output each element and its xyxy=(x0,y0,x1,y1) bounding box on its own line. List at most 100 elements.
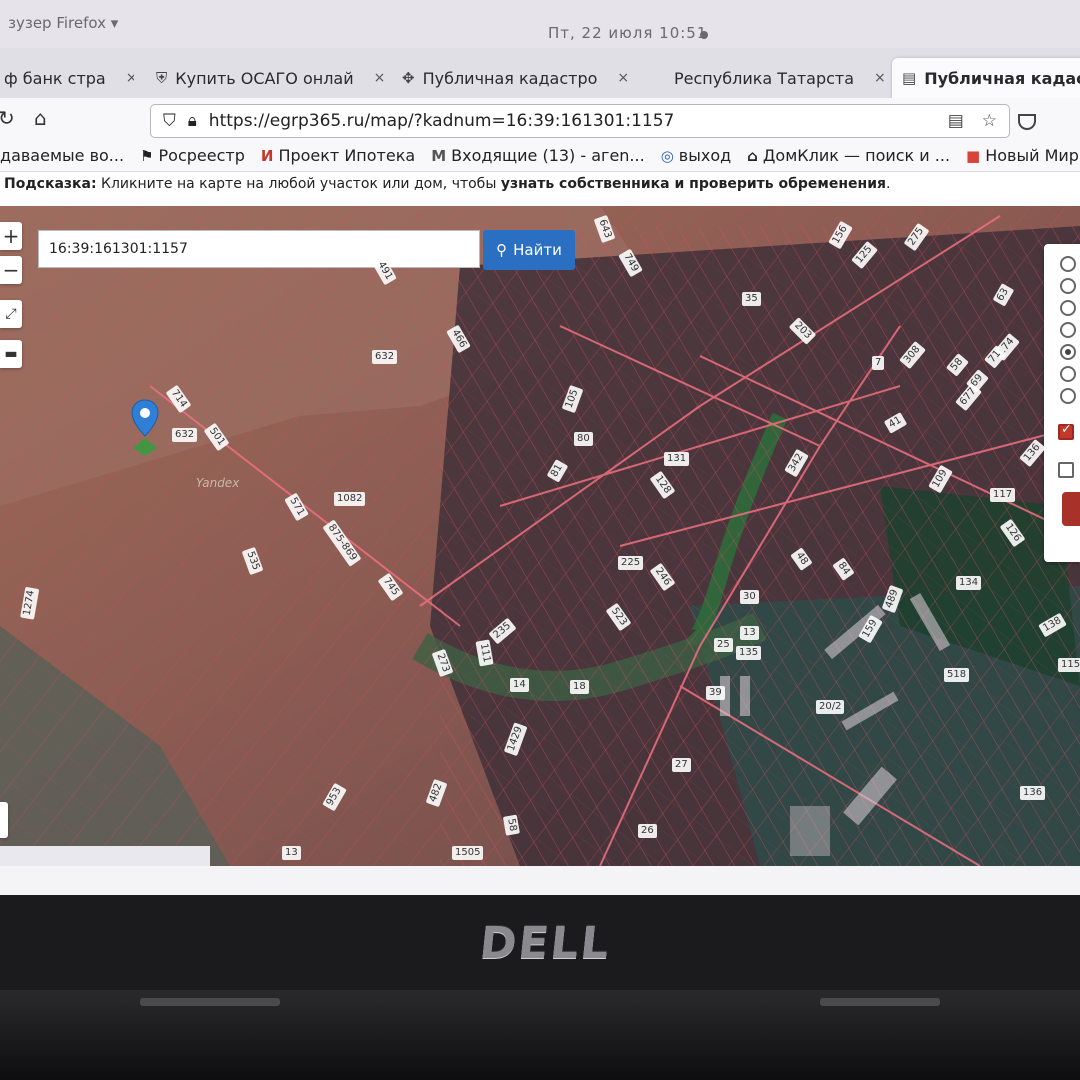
parcel-number-label[interactable]: 1082 xyxy=(334,492,366,506)
tab-title: Публичная кадастр xyxy=(924,68,1080,88)
layer-radio[interactable] xyxy=(1060,322,1076,338)
parcel-number-label[interactable]: 27 xyxy=(672,758,691,772)
parcel-number-label[interactable]: 136 xyxy=(1020,786,1046,800)
layer-checkbox[interactable] xyxy=(1058,462,1074,478)
url-bar[interactable]: ⛉ 🔒︎ https://egrp365.ru/map/?kadnum=16:3… xyxy=(150,104,1010,138)
parcel-number-label[interactable]: 18 xyxy=(570,680,589,694)
red-square-icon: ■ xyxy=(966,146,981,165)
tab-tatarstan[interactable]: Республика Татарста × xyxy=(664,58,884,98)
hinge-vent xyxy=(820,998,940,1006)
tab-osago[interactable]: ⛨ Купить ОСАГО онлай × xyxy=(146,58,384,98)
domclick-icon: ⌂ xyxy=(747,146,758,165)
parcel-number-label[interactable]: 13 xyxy=(282,846,301,860)
bookmark-rosreestr[interactable]: ⚑ Росреестр xyxy=(140,146,245,165)
location-pin-icon[interactable] xyxy=(130,398,160,456)
url-text[interactable]: https://egrp365.ru/map/?kadnum=16:39:161… xyxy=(209,111,675,131)
tab-title: ф банк стра xyxy=(4,68,106,88)
tab-strip: ф банк стра × ⛨ Купить ОСАГО онлай × ✥ П… xyxy=(0,48,1080,100)
search-button[interactable]: ⚲ Найти xyxy=(483,230,575,270)
ipoteka-icon: И xyxy=(260,146,274,165)
puzzle-icon: ✥ xyxy=(402,69,415,87)
parcel-number-label[interactable]: 134 xyxy=(956,576,982,590)
reader-view-icon[interactable]: ▤ xyxy=(948,111,964,131)
bookmark-exit[interactable]: ◎ выход xyxy=(661,146,731,165)
close-icon[interactable]: × xyxy=(605,70,629,86)
parcel-number-label[interactable]: 115 xyxy=(1058,658,1080,672)
notification-dot xyxy=(700,31,708,39)
bookmark-novy-mir[interactable]: ■Новый Мир Недв xyxy=(966,146,1080,165)
parcel-number-label[interactable]: 632 xyxy=(172,428,198,442)
layer-radio[interactable] xyxy=(1060,300,1076,316)
parcel-number-label[interactable]: 25 xyxy=(714,638,733,652)
close-icon[interactable]: × xyxy=(862,70,884,86)
tab-cadastre-1[interactable]: ✥ Публичная кадастро × xyxy=(392,58,630,98)
reload-icon[interactable]: ↻ xyxy=(0,106,15,130)
side-panel-toggle[interactable] xyxy=(0,802,8,838)
laptop-screen: ɜузер Firefox ▾ Пт, 22 июля 10:51 ф банк… xyxy=(0,0,1080,895)
close-icon[interactable]: × xyxy=(114,70,134,86)
bookmark-domclick[interactable]: ⌂ ДомКлик — поиск и ... xyxy=(747,146,950,165)
clock[interactable]: Пт, 22 июля 10:51 xyxy=(548,24,707,42)
parcel-number-label[interactable]: 225 xyxy=(618,556,644,570)
pocket-icon[interactable] xyxy=(1018,114,1036,130)
hint-bar: Подсказка: Кликните на карте на любой уч… xyxy=(0,172,1080,206)
tab-title: Купить ОСАГО онлай xyxy=(175,68,354,88)
bookmark-item[interactable]: даваемые во... xyxy=(0,146,124,165)
parcel-number-label[interactable]: 20/2 xyxy=(816,700,845,714)
zoom-in-button[interactable]: + xyxy=(0,222,22,250)
hint-strong: узнать собственника и проверить обремене… xyxy=(500,176,886,192)
bookmark-inbox[interactable]: M Входящие (13) - агеn... xyxy=(431,146,645,165)
parcel-number-label[interactable]: 135 xyxy=(736,646,762,660)
cadastral-search-input[interactable] xyxy=(38,230,480,268)
bookmark-proekt-ipoteka[interactable]: И Проект Ипотека xyxy=(261,146,415,165)
parcel-number-label[interactable]: 13 xyxy=(740,626,759,640)
hinge-vent xyxy=(140,998,280,1006)
parcel-number-label[interactable]: 39 xyxy=(706,686,725,700)
search-button-label: Найти xyxy=(513,241,562,259)
parcel-number-label[interactable]: 35 xyxy=(742,292,761,306)
parcel-number-label[interactable]: 518 xyxy=(944,668,970,682)
layer-checkbox-checked[interactable] xyxy=(1058,422,1074,440)
print-icon[interactable]: ▬ xyxy=(0,340,22,368)
parcel-number-label[interactable]: 1505 xyxy=(452,846,484,860)
cadastral-map[interactable]: + − ⤢ ▬ ⚲ Найти Yandex 6437494916 xyxy=(0,206,1080,866)
close-icon[interactable]: × xyxy=(362,70,384,86)
home-icon[interactable]: ⌂ xyxy=(34,106,47,130)
hint-suffix: . xyxy=(886,176,891,192)
tab-cadastre-active[interactable]: ▤ Публичная кадастр xyxy=(892,58,1080,98)
shield-icon: ⛨ xyxy=(156,69,168,87)
layer-radio[interactable] xyxy=(1060,388,1076,404)
hint-prefix: Подсказка: xyxy=(4,176,97,192)
shield-icon[interactable]: ⛉ xyxy=(163,111,176,131)
zoom-out-button[interactable]: − xyxy=(0,256,22,284)
activities-browser-menu[interactable]: ɜузер Firefox ▾ xyxy=(8,14,118,32)
tab-title: Публичная кадастро xyxy=(422,68,598,88)
system-top-bar: ɜузер Firefox ▾ Пт, 22 июля 10:51 xyxy=(0,0,1080,48)
lock-icon[interactable]: 🔒︎ xyxy=(188,111,197,131)
mail-icon: M xyxy=(431,146,447,165)
layers-apply-button[interactable] xyxy=(1062,492,1080,526)
navigation-bar: ↻ ⌂ ⛉ 🔒︎ https://egrp365.ru/map/?kadnum=… xyxy=(0,98,1080,140)
layer-radio[interactable] xyxy=(1060,366,1076,382)
layer-radio-selected[interactable] xyxy=(1060,344,1076,360)
layer-radio[interactable] xyxy=(1060,278,1076,294)
parcel-number-label[interactable]: 30 xyxy=(740,590,759,604)
fullscreen-icon[interactable]: ⤢ xyxy=(0,300,22,328)
parcel-number-label[interactable]: 117 xyxy=(990,488,1016,502)
satellite-imagery xyxy=(0,206,1080,866)
parcel-number-label[interactable]: 80 xyxy=(574,432,593,446)
parcel-number-label[interactable]: 632 xyxy=(372,350,398,364)
bookmark-star-icon[interactable]: ☆ xyxy=(982,111,997,131)
parcel-number-label[interactable]: 131 xyxy=(664,452,690,466)
hint-text: Кликните на карте на любой участок или д… xyxy=(96,176,501,192)
tab-bank[interactable]: ф банк стра × xyxy=(0,58,134,98)
search-icon: ⚲ xyxy=(496,241,508,259)
parcel-number-label[interactable]: 7 xyxy=(872,356,885,370)
layer-radio[interactable] xyxy=(1060,256,1076,272)
parcel-number-label[interactable]: 14 xyxy=(510,678,529,692)
ring-icon: ◎ xyxy=(660,146,674,165)
parcel-number-label[interactable]: 58 xyxy=(502,814,520,836)
dell-logo: DELL xyxy=(477,918,614,969)
layers-panel xyxy=(1044,244,1080,562)
parcel-number-label[interactable]: 26 xyxy=(638,824,657,838)
